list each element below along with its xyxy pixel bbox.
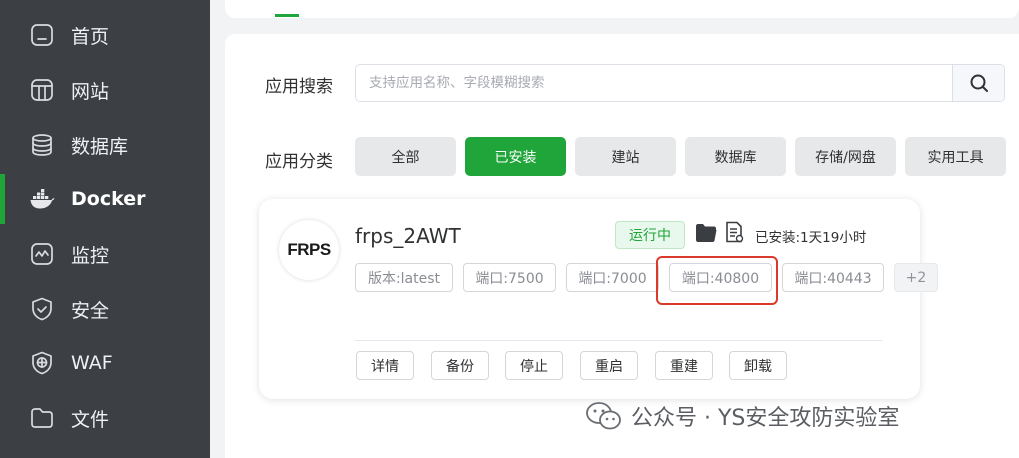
search-icon: [970, 74, 988, 92]
active-tab-indicator: [275, 14, 299, 17]
website-icon: [29, 77, 55, 103]
details-button[interactable]: 详情: [356, 351, 414, 380]
sidebar-item-monitor[interactable]: 监控: [0, 227, 210, 281]
sidebar-item-label: 首页: [71, 25, 110, 48]
restart-button[interactable]: 重启: [580, 351, 638, 380]
sidebar-item-label: 数据库: [71, 135, 129, 158]
sidebar-item-label: 监控: [71, 244, 110, 267]
highlight-annotation: [656, 256, 778, 305]
category-website-button[interactable]: 建站: [575, 137, 676, 176]
top-tab-bar: [225, 0, 1019, 18]
search-button[interactable]: [952, 65, 1004, 101]
backup-button[interactable]: 备份: [431, 351, 489, 380]
sidebar-item-website[interactable]: 网站: [0, 63, 210, 117]
log-icon[interactable]: [724, 221, 744, 243]
sidebar-item-label: Docker: [71, 188, 146, 210]
sidebar-item-home[interactable]: 首页: [0, 8, 210, 62]
monitor-icon: [29, 241, 55, 267]
status-badge[interactable]: 运行中: [615, 221, 685, 249]
wechat-icon: [586, 402, 621, 430]
sidebar: 首页 网站 数据库 Docker 监控 安全 WAF 文件: [0, 0, 210, 458]
folder-icon[interactable]: [695, 223, 717, 243]
category-label: 应用分类: [265, 152, 333, 172]
version-tag[interactable]: 版本:latest: [355, 263, 453, 292]
sidebar-item-database[interactable]: 数据库: [0, 118, 210, 172]
database-icon: [29, 132, 55, 158]
category-tools-button[interactable]: 实用工具: [905, 137, 1006, 176]
app-name: frps_2AWT: [355, 224, 461, 248]
app-card: FRPS frps_2AWT 运行中 已安装:1天19小时 版本:latest …: [259, 199, 938, 399]
installed-duration: 已安装:1天19小时: [755, 230, 867, 246]
sidebar-item-label: 安全: [71, 299, 110, 322]
category-storage-button[interactable]: 存储/网盘: [795, 137, 896, 176]
sidebar-item-waf[interactable]: WAF: [0, 336, 210, 390]
category-all-button[interactable]: 全部: [355, 137, 456, 176]
search-label: 应用搜索: [265, 77, 333, 97]
port-tag[interactable]: 端口:40443: [782, 263, 884, 292]
more-tags-badge[interactable]: +2: [894, 263, 938, 292]
docker-icon: [29, 186, 55, 212]
shield-icon: [29, 296, 55, 322]
sidebar-item-label: 网站: [71, 80, 110, 103]
watermark-text: 公众号 · YS安全攻防实验室: [631, 406, 900, 431]
folder-icon: [29, 405, 55, 431]
app-store-panel: 应用搜索 应用分类 全部 已安装 建站 数据库 存储/网盘 实用工具 FRPS …: [225, 34, 1019, 458]
sidebar-item-label: WAF: [71, 352, 113, 374]
divider: [355, 340, 882, 341]
sidebar-item-files[interactable]: 文件: [0, 391, 210, 445]
category-installed-button[interactable]: 已安装: [465, 137, 566, 176]
port-tag[interactable]: 端口:7500: [463, 263, 556, 292]
sidebar-item-docker[interactable]: Docker: [0, 172, 210, 226]
waf-icon: [29, 350, 55, 376]
search-input[interactable]: [356, 66, 952, 100]
uninstall-button[interactable]: 卸载: [729, 351, 787, 380]
category-database-button[interactable]: 数据库: [685, 137, 786, 176]
sidebar-item-security[interactable]: 安全: [0, 282, 210, 336]
home-icon: [29, 22, 55, 48]
search-box: [355, 64, 1005, 102]
port-tag[interactable]: 端口:7000: [566, 263, 659, 292]
rebuild-button[interactable]: 重建: [655, 351, 713, 380]
stop-button[interactable]: 停止: [505, 351, 563, 380]
app-logo: FRPS: [279, 220, 339, 280]
watermark: 公众号 · YS安全攻防实验室: [585, 398, 899, 434]
sidebar-item-label: 文件: [71, 408, 110, 431]
